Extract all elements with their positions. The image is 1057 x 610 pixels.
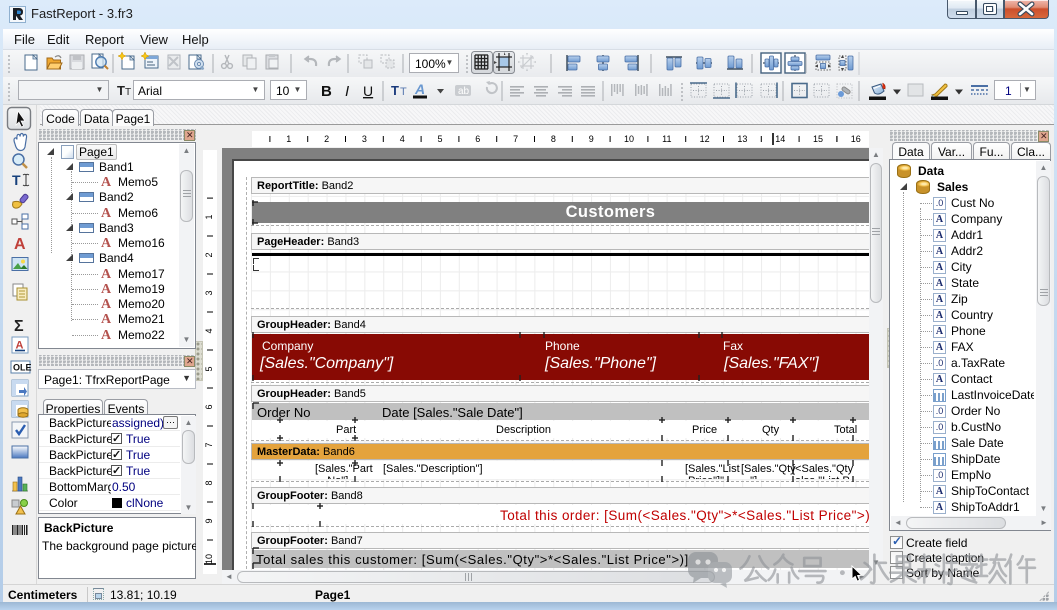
svg-text:3: 3 bbox=[204, 290, 214, 295]
svg-text:9: 9 bbox=[204, 518, 214, 523]
svg-text:15: 15 bbox=[813, 134, 823, 144]
svg-text:11: 11 bbox=[662, 134, 671, 144]
svg-text:ab: ab bbox=[458, 86, 470, 97]
svg-text:T: T bbox=[400, 86, 407, 98]
svg-text:4: 4 bbox=[204, 328, 214, 333]
svg-text:13: 13 bbox=[737, 134, 747, 144]
svg-text:A: A bbox=[414, 81, 425, 97]
svg-text:2: 2 bbox=[204, 252, 214, 257]
svg-text:T: T bbox=[12, 172, 21, 188]
svg-text:B: B bbox=[321, 83, 332, 100]
svg-text:1: 1 bbox=[204, 214, 214, 219]
svg-text:14: 14 bbox=[775, 134, 785, 144]
svg-text:T: T bbox=[391, 83, 399, 98]
svg-text:4: 4 bbox=[400, 134, 405, 144]
svg-text:9: 9 bbox=[589, 134, 594, 144]
svg-text:8: 8 bbox=[204, 480, 214, 485]
svg-text:7: 7 bbox=[204, 442, 214, 447]
svg-text:A: A bbox=[14, 236, 26, 253]
svg-text:10: 10 bbox=[624, 134, 634, 144]
svg-text:6: 6 bbox=[204, 404, 214, 409]
svg-text:3: 3 bbox=[362, 134, 367, 144]
svg-text:Σ: Σ bbox=[14, 318, 24, 335]
svg-text:5: 5 bbox=[204, 366, 214, 371]
svg-text:16: 16 bbox=[851, 134, 861, 144]
svg-text:I: I bbox=[345, 83, 349, 100]
svg-text:2: 2 bbox=[324, 134, 329, 144]
svg-text:OLE: OLE bbox=[13, 363, 32, 373]
svg-text:6: 6 bbox=[475, 134, 480, 144]
svg-text:1: 1 bbox=[286, 134, 291, 144]
svg-text:10: 10 bbox=[204, 554, 214, 564]
svg-text:12: 12 bbox=[700, 134, 710, 144]
svg-text:7: 7 bbox=[513, 134, 518, 144]
svg-text:5: 5 bbox=[437, 134, 442, 144]
svg-text:U: U bbox=[363, 83, 373, 99]
svg-text:8: 8 bbox=[551, 134, 556, 144]
